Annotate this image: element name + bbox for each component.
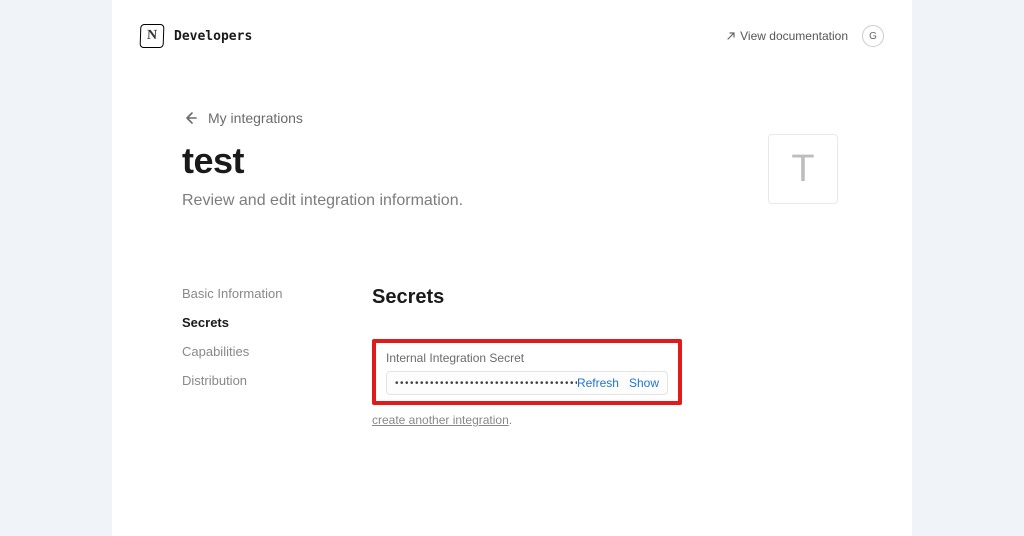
- help-text: create another integration.: [372, 413, 682, 427]
- brand[interactable]: N Developers: [140, 24, 252, 48]
- secret-masked-value: ••••••••••••••••••••••••••••••••••••••••…: [395, 378, 577, 389]
- topbar-right: View documentation G: [726, 25, 884, 47]
- integration-icon-tile[interactable]: T: [768, 134, 838, 204]
- user-avatar[interactable]: G: [862, 25, 884, 47]
- secret-actions: Refresh Show: [577, 376, 659, 390]
- refresh-button[interactable]: Refresh: [577, 376, 619, 390]
- secret-label: Internal Integration Secret: [386, 351, 668, 365]
- sidebar-item-secrets[interactable]: Secrets: [182, 315, 312, 330]
- hero-section: test Review and edit integration informa…: [182, 140, 842, 210]
- sidebar-item-distribution[interactable]: Distribution: [182, 373, 312, 388]
- columns: Basic Information Secrets Capabilities D…: [182, 286, 842, 427]
- main-panel: Secrets Internal Integration Secret ••••…: [372, 286, 842, 427]
- breadcrumb-label: My integrations: [208, 110, 303, 126]
- show-button[interactable]: Show: [629, 376, 659, 390]
- brand-text: Developers: [174, 29, 252, 44]
- avatar-initial: G: [869, 31, 877, 42]
- topbar: N Developers View documentation G: [112, 20, 912, 52]
- page-subtitle: Review and edit integration information.: [182, 192, 768, 210]
- sidebar-item-basic-information[interactable]: Basic Information: [182, 286, 312, 301]
- integration-icon-letter: T: [791, 148, 814, 191]
- secret-highlight-box: Internal Integration Secret ••••••••••••…: [372, 339, 682, 405]
- section-heading: Secrets: [372, 286, 842, 309]
- notion-logo-icon: N: [140, 24, 165, 48]
- settings-sidebar: Basic Information Secrets Capabilities D…: [182, 286, 312, 427]
- breadcrumb-back[interactable]: My integrations: [182, 110, 842, 126]
- create-another-integration-link[interactable]: create another integration: [372, 413, 509, 427]
- content-area: My integrations test Review and edit int…: [112, 52, 912, 427]
- secret-input-row: ••••••••••••••••••••••••••••••••••••••••…: [386, 371, 668, 395]
- app-frame: N Developers View documentation G My int…: [112, 0, 912, 536]
- view-documentation-link[interactable]: View documentation: [726, 29, 848, 43]
- arrow-left-icon: [182, 110, 198, 126]
- doc-link-label: View documentation: [740, 29, 848, 43]
- sidebar-item-capabilities[interactable]: Capabilities: [182, 344, 312, 359]
- external-link-icon: [726, 31, 736, 41]
- page-title: test: [182, 140, 768, 182]
